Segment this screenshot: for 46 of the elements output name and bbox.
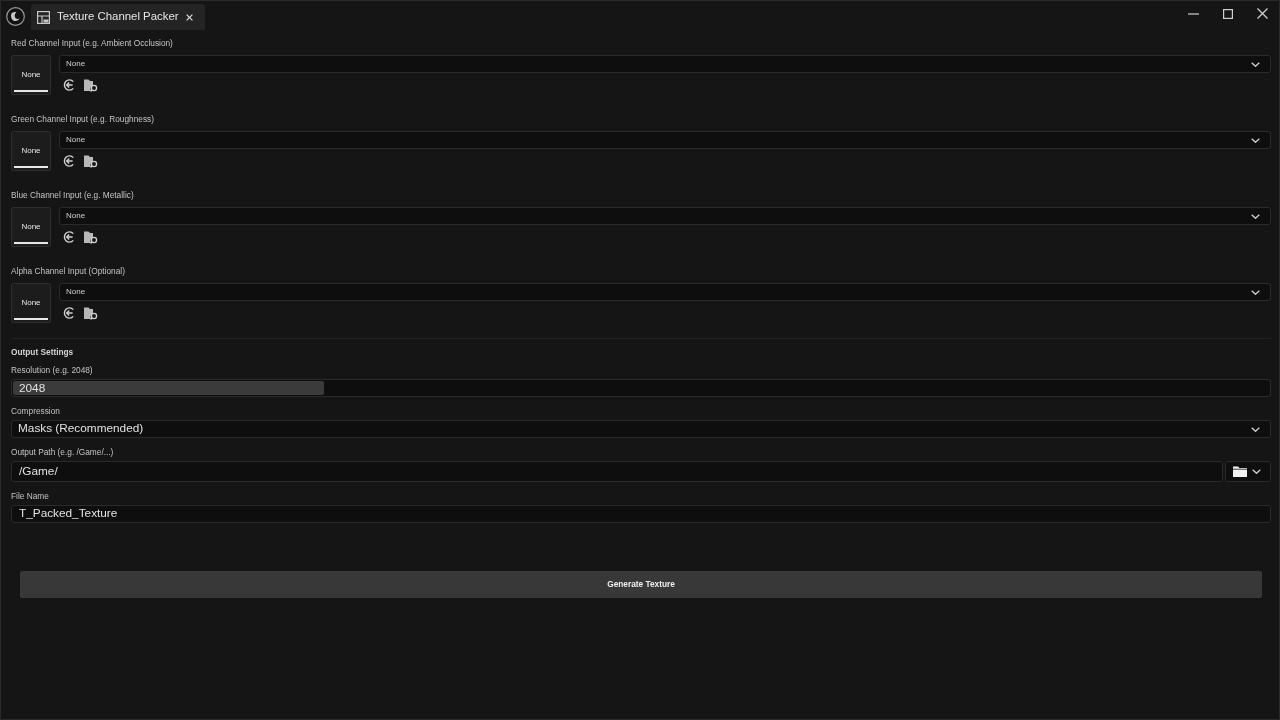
logo-icon[interactable] (6, 7, 25, 26)
folder-search-icon[interactable] (84, 154, 98, 168)
asset-dropdown[interactable]: None (59, 131, 1271, 149)
chevron-down-icon (1252, 469, 1261, 474)
section-heading: Output Settings (11, 346, 74, 358)
texture-thumbnail[interactable]: None (11, 283, 51, 323)
minimize-icon[interactable] (1188, 12, 1199, 15)
asset-dropdown[interactable]: None (59, 55, 1271, 73)
folder-search-icon[interactable] (84, 306, 98, 320)
chevron-down-icon (1251, 137, 1260, 143)
resolution-slider[interactable]: 2048 (11, 379, 1271, 397)
chevron-down-icon (1251, 426, 1260, 432)
field-label: Red Channel Input (e.g. Ambient Occlusion) (11, 37, 173, 49)
folder-icon (1233, 466, 1247, 477)
compression-dropdown[interactable]: Masks (Recommended) (11, 420, 1271, 438)
field-label: Resolution (e.g. 2048) (11, 364, 93, 376)
slider-value: 2048 (19, 381, 46, 395)
maximize-icon[interactable] (1223, 8, 1233, 19)
field-label: Green Channel Input (e.g. Roughness) (11, 113, 154, 125)
reset-arrow-icon[interactable] (63, 231, 75, 243)
texture-thumbnail[interactable]: None (11, 207, 51, 247)
field-label: File Name (11, 490, 49, 502)
reset-arrow-icon[interactable] (63, 155, 75, 167)
field-label: Blue Channel Input (e.g. Metallic) (11, 189, 134, 201)
field-label: Alpha Channel Input (Optional) (11, 265, 125, 277)
texture-thumbnail[interactable]: None (11, 55, 51, 95)
folder-picker-button[interactable] (1225, 461, 1271, 482)
reset-arrow-icon[interactable] (63, 79, 75, 91)
asset-dropdown[interactable]: None (59, 207, 1271, 225)
reset-arrow-icon[interactable] (63, 307, 75, 319)
texture-thumbnail[interactable]: None (11, 131, 51, 171)
close-icon[interactable] (186, 13, 193, 21)
asset-dropdown[interactable]: None (59, 283, 1271, 301)
close-icon[interactable] (1257, 8, 1268, 19)
layout-icon (37, 10, 50, 24)
field-label: Compression (11, 405, 60, 417)
path-input-field[interactable]: /Game/ (11, 461, 1223, 482)
text-input-field[interactable]: T_Packed_Texture (11, 505, 1271, 523)
window-tab[interactable]: Texture Channel Packer (31, 4, 205, 30)
folder-search-icon[interactable] (84, 78, 98, 92)
chevron-down-icon (1251, 213, 1260, 219)
chevron-down-icon (1251, 289, 1260, 295)
folder-search-icon[interactable] (84, 230, 98, 244)
generate-button[interactable]: Generate Texture (20, 571, 1262, 598)
field-label: Output Path (e.g. /Game/...) (11, 446, 114, 458)
chevron-down-icon (1251, 61, 1260, 67)
